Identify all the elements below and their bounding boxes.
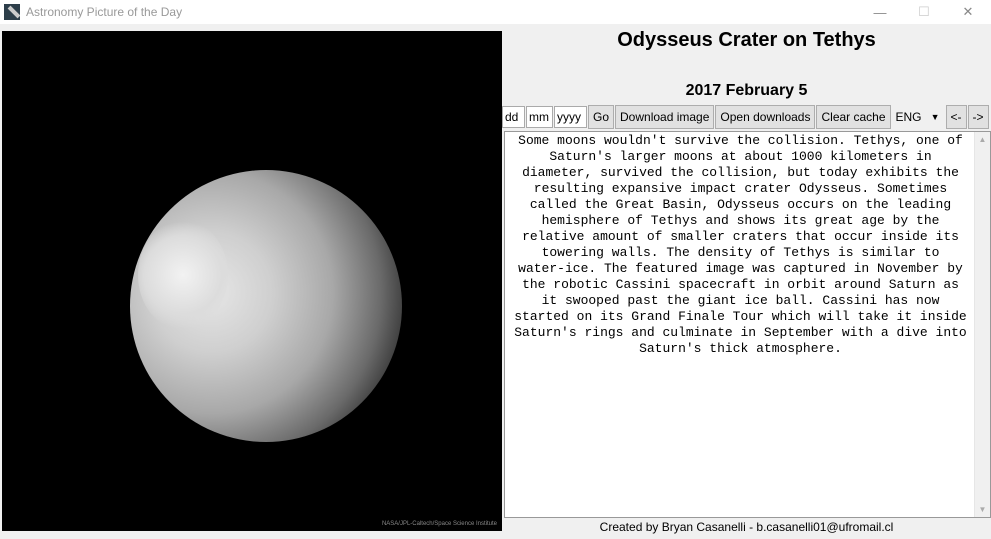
apod-title: Odysseus Crater on Tethys xyxy=(617,29,876,51)
app-icon xyxy=(4,4,20,20)
description-line: Saturn's thick atmosphere. xyxy=(639,341,842,356)
image-credit: NASA/JPL-Caltech/Space Science Institute xyxy=(381,521,497,527)
apod-image: NASA/JPL-Caltech/Space Science Institute xyxy=(2,31,502,531)
day-input[interactable] xyxy=(502,106,525,128)
previous-button[interactable]: <- xyxy=(945,105,967,129)
language-value: ENG xyxy=(895,110,922,124)
scrollbar[interactable]: ▲ ▼ xyxy=(974,132,990,517)
description-line: hemisphere of Tethys and shows its great… xyxy=(541,213,940,228)
description-line: the robotic Cassini spacecraft in orbit … xyxy=(522,277,959,292)
description-line: towering walls. The density of Tethys is… xyxy=(541,245,940,260)
next-button[interactable]: -> xyxy=(967,105,989,129)
language-select[interactable]: ENG ▼ xyxy=(890,105,945,129)
open-downloads-button[interactable]: Open downloads xyxy=(715,105,816,129)
year-input[interactable] xyxy=(554,106,587,128)
minimize-button[interactable]: — xyxy=(857,0,903,24)
toolbar: Go Download image Open downloads Clear c… xyxy=(502,105,989,129)
description-line: relative amount of smaller craters that … xyxy=(522,229,959,244)
description-textarea[interactable]: Some moons wouldn't survive the collisio… xyxy=(504,131,991,518)
description-line: started on its Grand Finale Tour which w… xyxy=(514,309,967,324)
scroll-down-icon[interactable]: ▼ xyxy=(975,505,990,514)
description-text: Some moons wouldn't survive the collisio… xyxy=(505,132,976,357)
odysseus-crater xyxy=(138,220,228,330)
description-line: water-ice. The featured image was captur… xyxy=(518,261,963,276)
moon-tethys xyxy=(130,170,402,442)
month-input[interactable] xyxy=(526,106,553,128)
window-title: Astronomy Picture of the Day xyxy=(26,5,183,19)
scroll-up-icon[interactable]: ▲ xyxy=(975,135,990,144)
description-line: diameter, survived the collision, but to… xyxy=(522,165,959,180)
description-line: Some moons wouldn't survive the collisio… xyxy=(518,133,963,148)
maximize-button[interactable]: ☐ xyxy=(901,0,947,24)
clear-cache-button[interactable]: Clear cache xyxy=(816,105,891,129)
description-line: Saturn's larger moons at about 1000 kilo… xyxy=(549,149,932,164)
description-line: it swooped past the giant ice ball. Cass… xyxy=(541,293,940,308)
footer-credit: Created by Bryan Casanelli - b.casanelli… xyxy=(599,520,894,534)
chevron-down-icon: ▼ xyxy=(930,112,940,122)
go-button[interactable]: Go xyxy=(588,105,615,129)
description-line: resulting expansive impact crater Odysse… xyxy=(533,181,948,196)
download-image-button[interactable]: Download image xyxy=(615,105,715,129)
close-button[interactable]: ✕ xyxy=(945,0,991,24)
apod-date: 2017 February 5 xyxy=(685,82,808,99)
description-line: called the Great Basin, Odysseus occurs … xyxy=(529,197,952,212)
title-bar: Astronomy Picture of the Day — ☐ ✕ xyxy=(0,0,991,24)
description-line: Saturn's rings and culminate in Septembe… xyxy=(514,325,967,340)
